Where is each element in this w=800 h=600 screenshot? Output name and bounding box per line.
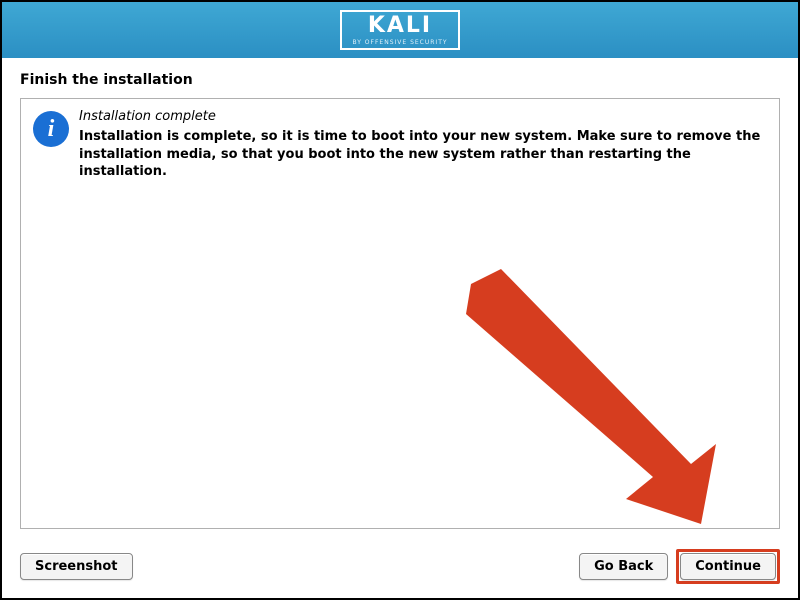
message-title: Installation complete <box>79 109 767 124</box>
message-block: Installation complete Installation is co… <box>79 109 767 181</box>
page-title: Finish the installation <box>2 58 798 98</box>
annotation-arrow-icon <box>441 269 721 529</box>
content-panel: i Installation complete Installation is … <box>20 98 780 529</box>
installer-header: KALI BY OFFENSIVE SECURITY <box>2 2 798 58</box>
footer-bar: Screenshot Go Back Continue <box>2 539 798 598</box>
go-back-button[interactable]: Go Back <box>579 553 668 580</box>
screenshot-button[interactable]: Screenshot <box>20 553 133 580</box>
info-icon-glyph: i <box>48 116 55 143</box>
continue-button[interactable]: Continue <box>680 553 776 580</box>
info-icon: i <box>33 111 69 147</box>
logo-text: KALI <box>368 15 432 37</box>
continue-button-highlight: Continue <box>676 549 780 584</box>
kali-logo: KALI BY OFFENSIVE SECURITY <box>340 10 459 50</box>
message-body: Installation is complete, so it is time … <box>79 128 767 181</box>
logo-subtext: BY OFFENSIVE SECURITY <box>352 39 447 46</box>
